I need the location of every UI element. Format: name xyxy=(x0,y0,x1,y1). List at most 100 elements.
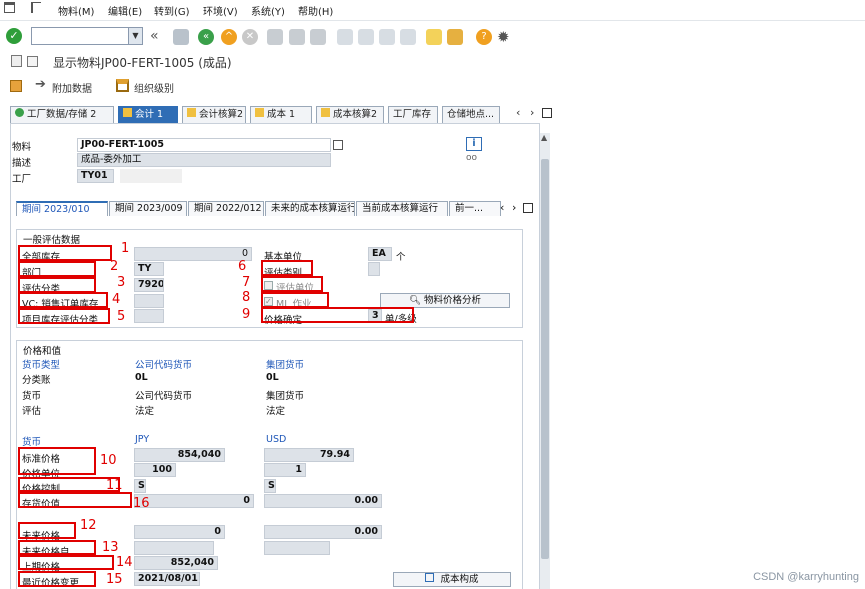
settings-gear-icon[interactable]: ✹ xyxy=(497,29,513,45)
menu-environment[interactable]: 环境(V) xyxy=(203,3,238,18)
last-price-change-field[interactable]: 2021/08/01 xyxy=(134,572,200,586)
check-icon xyxy=(15,108,24,117)
arrow-right-icon[interactable]: ➔ xyxy=(35,77,46,92)
new-session-icon[interactable] xyxy=(426,29,442,45)
org-levels-icon[interactable] xyxy=(116,79,129,92)
sap-menu-icon[interactable] xyxy=(4,2,15,13)
subtab-list-icon[interactable] xyxy=(523,203,533,213)
highlight-box-15 xyxy=(18,571,96,587)
tab-accounting-2[interactable]: 会计核算2 xyxy=(182,106,246,123)
menu-goto[interactable]: 转到(G) xyxy=(154,3,190,18)
price-control-jpy-field[interactable]: S xyxy=(134,479,146,493)
tab-accounting-1[interactable]: 会计 1 xyxy=(118,106,178,123)
back-icon[interactable]: « xyxy=(198,29,214,45)
subtab-future-costing[interactable]: 未来的成本核算运行 xyxy=(265,201,355,216)
cancel-icon[interactable]: ✕ xyxy=(242,29,258,45)
print-icon[interactable] xyxy=(267,29,283,45)
scroll-up-icon[interactable]: ▲ xyxy=(541,133,547,142)
scrollbar-thumb[interactable] xyxy=(541,159,549,559)
subtab-current-costing[interactable]: 当前成本核算运行 xyxy=(356,201,448,216)
menu-edit[interactable]: 编辑(E) xyxy=(108,3,142,18)
glasses-icon[interactable]: oo xyxy=(466,153,482,165)
valuation-category-field[interactable] xyxy=(368,262,380,276)
highlight-box-2 xyxy=(18,261,96,277)
future-price-from-jpy-field[interactable] xyxy=(134,541,214,555)
find-icon[interactable] xyxy=(289,29,305,45)
subtab-previous[interactable]: 前一... xyxy=(449,201,501,216)
tab-scroll-right-icon[interactable]: › xyxy=(530,106,534,119)
menu-material[interactable]: 物料(M) xyxy=(58,3,94,18)
tab-plant-stock[interactable]: 工厂库存 xyxy=(388,106,438,123)
previous-price-jpy-field[interactable]: 852,040 xyxy=(134,556,218,570)
menu-help[interactable]: 帮助(H) xyxy=(298,3,333,18)
tab-costing-1[interactable]: 成本 1 xyxy=(250,106,312,123)
currency-type-label: 货币类型 xyxy=(22,360,61,371)
tab-plant-data-storage-2[interactable]: 工厂数据/存储 2 xyxy=(10,106,114,123)
previous-page-icon[interactable] xyxy=(358,29,374,45)
tab-label: 成本核算2 xyxy=(333,109,378,120)
future-price-from-usd-field[interactable] xyxy=(264,541,330,555)
exit-icon[interactable]: ^ xyxy=(221,29,237,45)
highlight-box-12 xyxy=(18,522,76,539)
tab-scroll-left-icon[interactable]: ‹ xyxy=(516,106,520,119)
tab-list-icon[interactable] xyxy=(542,108,552,118)
find-next-icon[interactable] xyxy=(310,29,326,45)
material-price-analysis-button[interactable]: 🔍︎ 物料价格分析 xyxy=(380,293,510,308)
edit-icon xyxy=(255,108,264,117)
vertical-scrollbar[interactable] xyxy=(540,133,550,589)
marker-7: 7 xyxy=(242,275,251,290)
enter-check-icon[interactable]: ✓ xyxy=(6,28,22,44)
vc-sales-order-stock-field[interactable] xyxy=(134,294,164,308)
subtab-period-2023-009[interactable]: 期间 2023/009 xyxy=(109,201,187,216)
price-unit-jpy-field[interactable]: 100 xyxy=(134,463,176,477)
org-icon[interactable] xyxy=(10,80,22,92)
shortcut-icon[interactable] xyxy=(447,29,463,45)
inventory-value-usd-field[interactable]: 0.00 xyxy=(264,494,382,508)
tab-label: 仓储地点... xyxy=(447,109,495,120)
menu-system[interactable]: 系统(Y) xyxy=(251,3,285,18)
subtab-scroll-left-icon[interactable]: ‹ xyxy=(500,201,504,214)
last-page-icon[interactable] xyxy=(400,29,416,45)
price-unit-usd-field[interactable]: 1 xyxy=(264,463,306,477)
org-levels-button[interactable]: 组织级别 xyxy=(134,80,174,95)
watermark: CSDN @karryhunting xyxy=(753,571,859,583)
command-field[interactable]: ▼ xyxy=(31,27,143,45)
collapse-command-icon[interactable]: « xyxy=(150,28,159,44)
highlight-box-9 xyxy=(261,307,414,323)
tab-costing-2[interactable]: 成本核算2 xyxy=(316,106,384,123)
tab-label: 工厂库存 xyxy=(393,109,432,120)
plant-field[interactable]: TY01 xyxy=(77,169,114,183)
info-icon[interactable]: i xyxy=(466,137,482,151)
total-stock-field[interactable]: 0 xyxy=(134,247,252,261)
help-icon[interactable]: ? xyxy=(476,29,492,45)
standard-price-jpy-field[interactable]: 854,040 xyxy=(134,448,225,462)
subtab-scroll-right-icon[interactable]: › xyxy=(512,201,516,214)
subtab-period-2022-012[interactable]: 期间 2022/012 xyxy=(188,201,264,216)
future-price-usd-field[interactable]: 0.00 xyxy=(264,525,382,539)
division-field[interactable]: TY xyxy=(134,262,164,276)
highlight-box-5 xyxy=(18,308,110,324)
valuation-class-field[interactable]: 7920 xyxy=(134,278,164,292)
tab-storage-location[interactable]: 仓储地点... xyxy=(442,106,500,123)
tab-label: 工厂数据/存储 2 xyxy=(27,109,97,120)
additional-data-button[interactable]: 附加数据 xyxy=(52,80,92,95)
tab-label: 会计 1 xyxy=(135,109,164,120)
highlight-box-16 xyxy=(18,492,132,508)
marker-12: 12 xyxy=(80,518,97,533)
material-field[interactable]: JP00-FERT-1005 xyxy=(77,138,331,152)
project-stock-valuation-class-field[interactable] xyxy=(134,309,164,323)
subtab-period-2023-010[interactable]: 期间 2023/010 xyxy=(16,201,108,216)
base-unit-field[interactable]: EA xyxy=(368,247,392,261)
material-copy-icon[interactable] xyxy=(333,140,343,150)
chevron-down-icon[interactable]: ▼ xyxy=(128,28,142,44)
cost-components-button[interactable]: 成本构成 xyxy=(393,572,511,587)
standard-price-usd-field[interactable]: 79.94 xyxy=(264,448,354,462)
save-icon[interactable] xyxy=(173,29,189,45)
inventory-value-jpy-field[interactable]: 0 xyxy=(134,494,254,508)
first-page-icon[interactable] xyxy=(337,29,353,45)
price-control-usd-field[interactable]: S xyxy=(264,479,276,493)
future-price-jpy-field[interactable]: 0 xyxy=(134,525,225,539)
next-page-icon[interactable] xyxy=(379,29,395,45)
marker-16: 16 xyxy=(133,496,150,511)
description-field[interactable]: 成品-委外加工 xyxy=(77,153,331,167)
